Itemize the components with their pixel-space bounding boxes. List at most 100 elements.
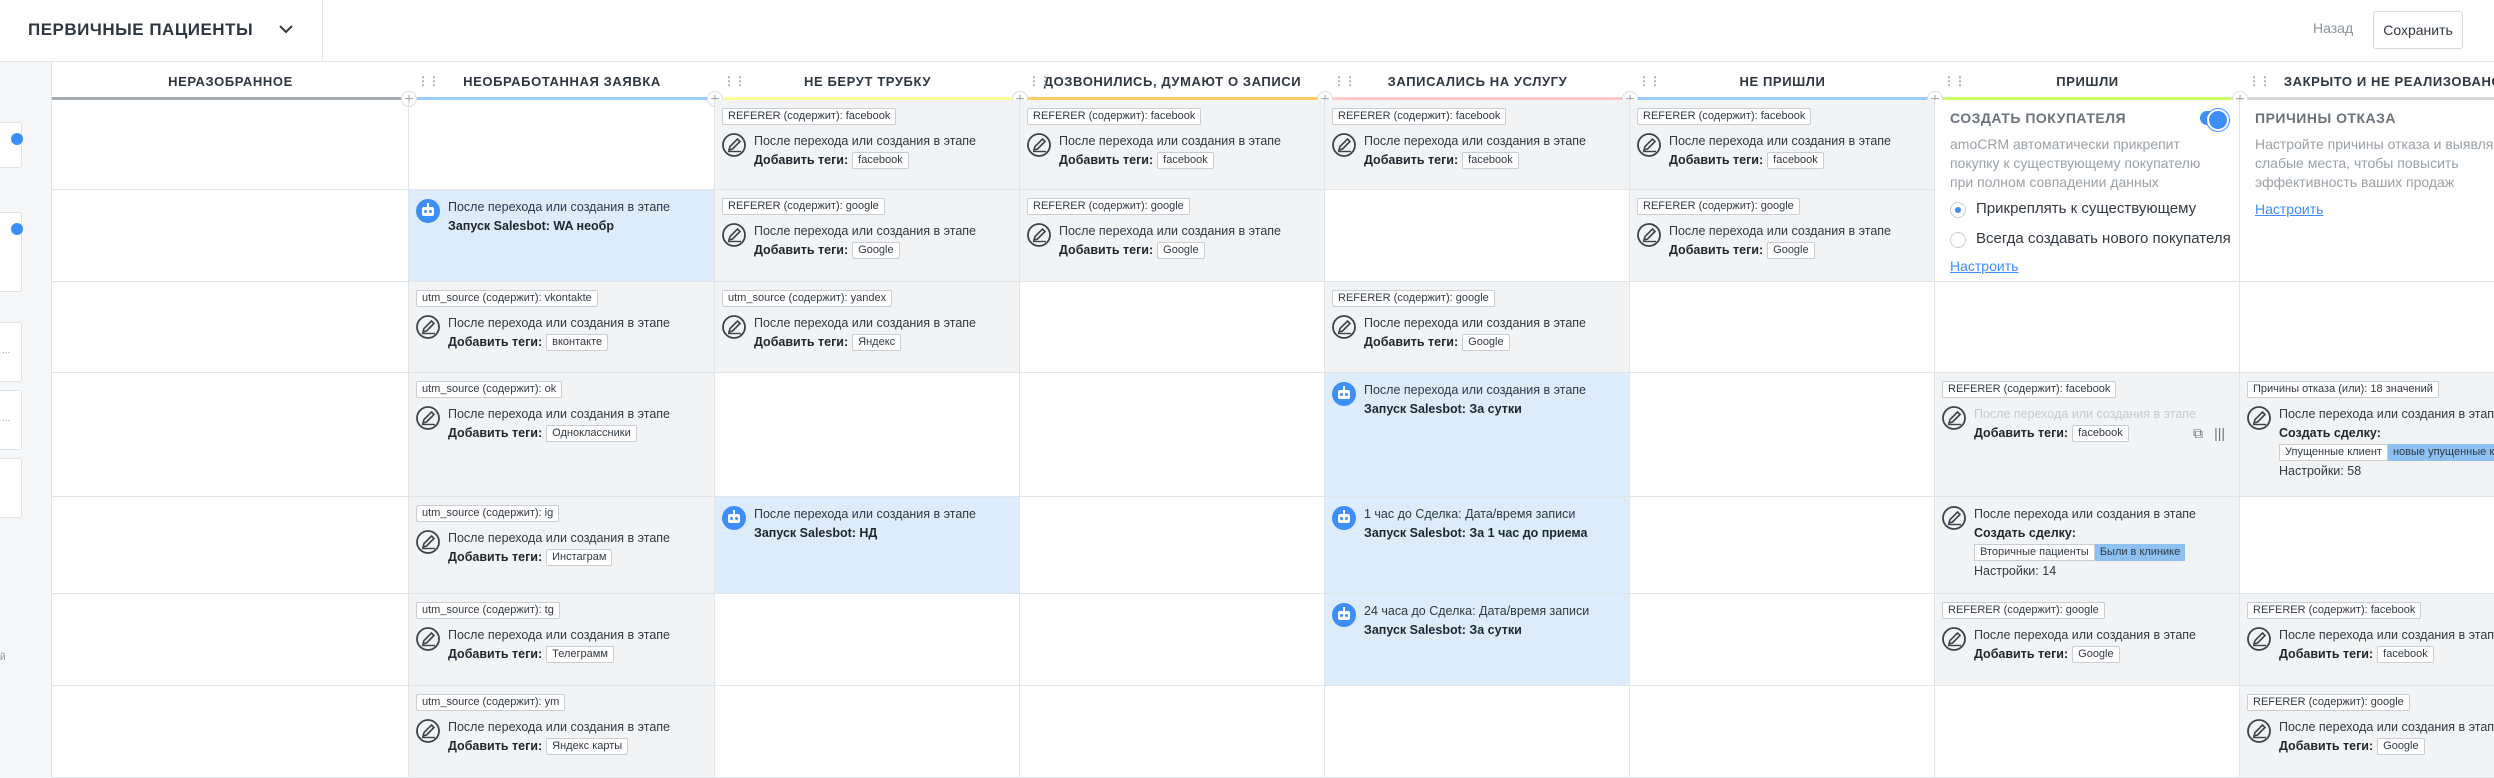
column-header[interactable]: НЕ БЕРУТ ТРУБКУ ⋮⋮ bbox=[715, 62, 1020, 100]
condition-text: REFERER (содержит): google bbox=[2253, 696, 2404, 708]
stage-cell: REFERER (содержит): facebook После перехо… bbox=[2240, 594, 2494, 686]
pencil-circle-icon bbox=[415, 314, 441, 340]
grip-icon[interactable]: ⋮⋮ bbox=[1028, 74, 1051, 88]
condition-chip[interactable]: utm_source (содержит): vkontakte bbox=[416, 290, 598, 307]
radio-create-new[interactable] bbox=[1950, 232, 1966, 248]
grip-icon[interactable]: ⋮⋮ bbox=[723, 74, 746, 88]
condition-text: REFERER (содержит): facebook bbox=[728, 110, 891, 122]
condition-chip[interactable]: REFERER (содержит): facebook bbox=[1332, 108, 1507, 125]
condition-chip[interactable]: REFERER (содержит): google bbox=[1332, 290, 1495, 307]
tag-chip[interactable]: Google bbox=[1157, 242, 1205, 260]
copy-icon[interactable]: ⧉ bbox=[2193, 425, 2203, 442]
column-header[interactable]: НЕРАЗОБРАННОЕ bbox=[52, 62, 409, 100]
back-button[interactable]: Назад bbox=[2313, 20, 2353, 36]
column-header[interactable]: ДОЗВОНИЛИСЬ, ДУМАЮТ О ЗАПИСИ ⋮⋮ bbox=[1020, 62, 1325, 100]
toggle-icon[interactable] bbox=[11, 223, 23, 235]
create-deal-label: Создать сделку: bbox=[2279, 426, 2381, 440]
column-header[interactable]: ПРИШЛИ ⋮⋮ bbox=[1935, 62, 2240, 100]
pencil-circle-icon bbox=[2246, 718, 2272, 744]
grip-icon[interactable]: ⋮⋮ bbox=[417, 74, 440, 88]
trigger-line: После перехода или создания в этапе bbox=[754, 507, 976, 521]
tag-chip[interactable]: Яндекс bbox=[852, 334, 902, 352]
column-header[interactable]: ЗАПИСАЛИСЬ НА УСЛУГУ ⋮⋮ bbox=[1325, 62, 1630, 100]
condition-chip[interactable]: REFERER (содержит): facebook bbox=[1637, 108, 1812, 125]
tag-chip[interactable]: Инстаграм bbox=[546, 549, 613, 567]
toggle-switch[interactable] bbox=[2200, 109, 2229, 131]
pipeline-chip[interactable]: Упущенные клиент bbox=[2279, 444, 2388, 462]
toggle-icon[interactable] bbox=[11, 133, 23, 145]
condition-chip[interactable]: utm_source (содержит): tg bbox=[416, 602, 560, 619]
pencil-circle-icon bbox=[1026, 222, 1052, 248]
column-header[interactable]: ЗАКРЫТО И НЕ РЕАЛИЗОВАНО ⋮⋮ bbox=[2240, 62, 2494, 100]
condition-chip[interactable]: REFERER (содержит): google bbox=[722, 198, 885, 215]
stage-cell bbox=[1325, 686, 1630, 778]
condition-chip[interactable]: REFERER (содержит): facebook bbox=[2247, 602, 2422, 619]
pipeline-title[interactable]: ПЕРВИЧНЫЕ ПАЦИЕНТЫ bbox=[28, 20, 253, 40]
add-tags-label: Добавить теги: bbox=[1669, 243, 1764, 257]
condition-chip[interactable]: REFERER (содержит): google bbox=[1942, 602, 2105, 619]
tag-chip[interactable]: Google bbox=[2377, 738, 2425, 756]
save-button[interactable]: Сохранить bbox=[2373, 11, 2463, 49]
grip-icon[interactable]: ⋮⋮ bbox=[1943, 74, 1966, 88]
tag-chip[interactable]: Google bbox=[2072, 646, 2120, 664]
stage-cell: 1 час до Сделка: Дата/время записи Запуск… bbox=[1325, 497, 1630, 594]
columns-icon[interactable]: ||| bbox=[2214, 425, 2225, 441]
stage-cell bbox=[52, 190, 409, 282]
stage-cell: utm_source (содержит): yandex После перех… bbox=[715, 282, 1020, 373]
trigger-line: После перехода или создания в этапе bbox=[448, 628, 670, 642]
tags-line: Добавить теги: Google bbox=[754, 241, 976, 260]
condition-chip[interactable]: utm_source (содержит): yandex bbox=[722, 290, 893, 307]
condition-chip[interactable]: Причины отказа (или): 18 значений bbox=[2247, 381, 2439, 398]
stage-cell bbox=[1325, 190, 1630, 282]
column-header[interactable]: НЕ ПРИШЛИ ⋮⋮ bbox=[1630, 62, 1935, 100]
condition-chip[interactable]: REFERER (содержит): facebook bbox=[1027, 108, 1202, 125]
side-card[interactable]: ... bbox=[0, 322, 22, 382]
side-card[interactable] bbox=[0, 212, 23, 292]
tags-line: Добавить теги: facebook bbox=[1974, 424, 2196, 443]
side-card[interactable]: ... bbox=[0, 390, 22, 450]
grip-icon[interactable]: ⋮⋮ bbox=[1638, 74, 1661, 88]
action-text: После перехода или создания в этапе Созда… bbox=[2279, 405, 2494, 481]
condition-chip[interactable]: utm_source (содержит): ok bbox=[416, 381, 563, 398]
column-header[interactable]: НЕОБРАБОТАННАЯ ЗАЯВКА ⋮⋮ bbox=[409, 62, 715, 100]
grip-icon[interactable]: ⋮⋮ bbox=[1333, 74, 1356, 88]
tag-chip[interactable]: facebook bbox=[1462, 152, 1519, 170]
condition-chip[interactable]: REFERER (содержит): google bbox=[2247, 694, 2410, 711]
pipeline-chip[interactable]: Вторичные пациенты bbox=[1974, 544, 2095, 562]
grip-icon[interactable]: ⋮⋮ bbox=[2248, 74, 2271, 88]
radio-attach-existing[interactable] bbox=[1950, 202, 1966, 218]
condition-chip[interactable]: REFERER (содержит): google bbox=[1637, 198, 1800, 215]
tag-chip[interactable]: Google bbox=[852, 242, 900, 260]
tag-chip[interactable]: Google bbox=[1767, 242, 1815, 260]
tag-chip[interactable]: facebook bbox=[1767, 152, 1824, 170]
chevron-down-icon[interactable] bbox=[275, 18, 297, 40]
tag-chip[interactable]: Телеграмм bbox=[546, 646, 614, 664]
tag-chip[interactable]: facebook bbox=[1157, 152, 1214, 170]
stage-cell bbox=[1630, 373, 1935, 497]
condition-text: REFERER (содержит): google bbox=[1338, 292, 1489, 304]
configure-link[interactable]: Настроить bbox=[1950, 258, 2018, 274]
tag-chip[interactable]: вконтакте bbox=[546, 334, 609, 352]
stage-chip[interactable]: Были в клинике bbox=[2094, 544, 2186, 562]
configure-link[interactable]: Настроить bbox=[2255, 201, 2323, 217]
tag-chip[interactable]: facebook bbox=[852, 152, 909, 170]
tag-chip[interactable]: Яндекс карты bbox=[546, 738, 629, 756]
action-text: После перехода или создания в этапе Добав… bbox=[1669, 222, 1891, 260]
side-card[interactable] bbox=[0, 122, 23, 168]
tag-chip[interactable]: facebook bbox=[2377, 646, 2434, 664]
tag-chip[interactable]: facebook bbox=[2072, 425, 2129, 443]
condition-chip[interactable]: REFERER (содержит): google bbox=[1027, 198, 1190, 215]
trigger-line: После перехода или создания в этапе bbox=[448, 200, 670, 214]
tag-chip[interactable]: Google bbox=[1462, 334, 1510, 352]
side-card[interactable] bbox=[0, 458, 22, 518]
stage-cell bbox=[52, 686, 409, 778]
condition-text: REFERER (содержит): google bbox=[1033, 200, 1184, 212]
stage-chip[interactable]: новые упущенные клиен bbox=[2387, 444, 2494, 462]
condition-chip[interactable]: REFERER (содержит): facebook bbox=[1942, 381, 2117, 398]
condition-chip[interactable]: utm_source (содержит): ym bbox=[416, 694, 566, 711]
tag-chip[interactable]: Одноклассники bbox=[546, 425, 637, 443]
stage-cell bbox=[715, 686, 1020, 778]
add-tags-label: Добавить теги: bbox=[1059, 153, 1154, 167]
condition-chip[interactable]: REFERER (содержит): facebook bbox=[722, 108, 897, 125]
condition-chip[interactable]: utm_source (содержит): ig bbox=[416, 505, 560, 522]
